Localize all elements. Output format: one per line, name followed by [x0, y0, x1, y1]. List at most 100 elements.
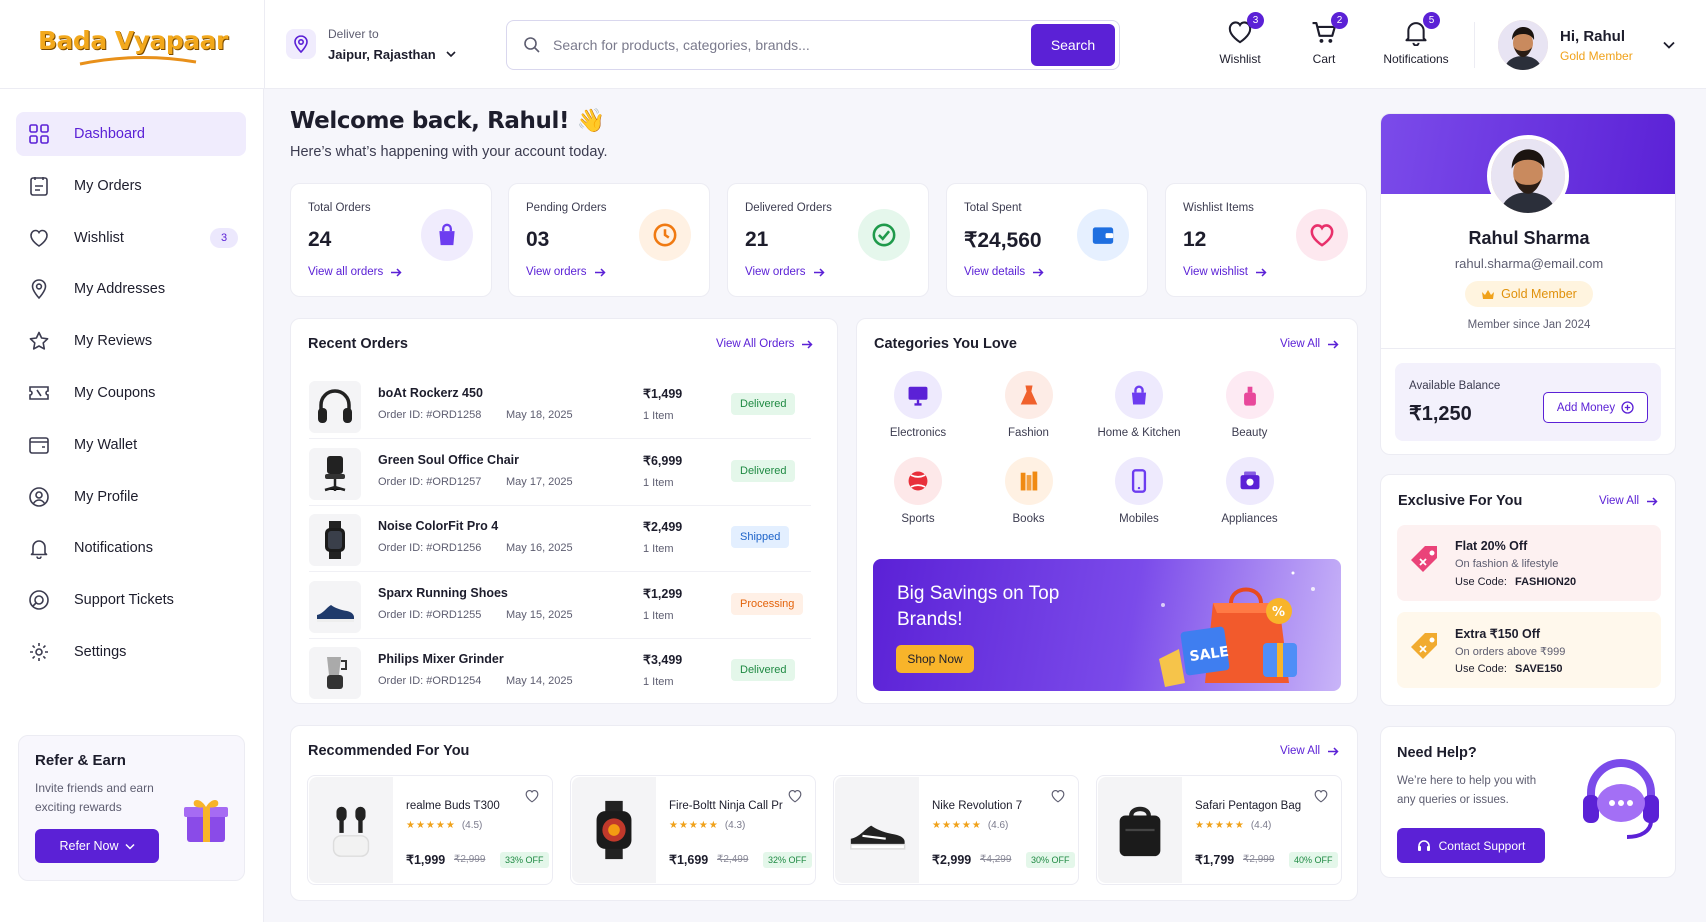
location-pin-icon [31, 279, 47, 300]
order-row[interactable]: Sparx Running Shoes Order ID: #ORD1255 M… [309, 573, 811, 639]
category-home-kitchen[interactable]: Home & Kitchen [1084, 371, 1194, 439]
promo-banner[interactable]: Big Savings on Top Brands! Shop Now SALE… [873, 559, 1341, 691]
sidebar-item-my-coupons[interactable]: My Coupons [16, 371, 246, 415]
arrow-right-icon [1328, 339, 1339, 349]
category-electronics[interactable]: Electronics [863, 371, 973, 439]
category-label: Appliances [1221, 513, 1278, 525]
sidebar-item-label: Dashboard [74, 126, 145, 142]
product-card[interactable]: Nike Revolution 7 ★★★★★ (4.6) ₹2,999 ₹4,2… [833, 775, 1079, 885]
order-id: Order ID: #ORD1257 [378, 475, 482, 488]
tag-icon [1411, 633, 1437, 659]
arrow-right-icon [1328, 746, 1339, 756]
recent-orders-title: Recent Orders [308, 336, 408, 352]
view-all-orders-link[interactable]: View All Orders [716, 338, 813, 350]
heart-icon[interactable] [1313, 788, 1329, 804]
stat-link[interactable]: View orders [526, 266, 606, 278]
category-label: Mobiles [1119, 513, 1159, 525]
search-button[interactable]: Search [1031, 24, 1115, 66]
bell-icon [30, 540, 48, 560]
user-menu[interactable]: Hi, Rahul Gold Member [1498, 20, 1675, 70]
support-headset-icon [1583, 759, 1659, 839]
search-input[interactable] [553, 37, 1031, 53]
sidebar-item-my-profile[interactable]: My Profile [16, 475, 246, 519]
deliver-to-selector[interactable]: Deliver to Jaipur, Rajasthan [286, 22, 456, 66]
appliance-icon [1225, 457, 1274, 505]
count-badge: 5 [1423, 12, 1440, 29]
order-row[interactable]: Philips Mixer Grinder Order ID: #ORD1254… [309, 639, 811, 705]
heart-icon[interactable] [524, 788, 540, 804]
plus-circle-icon [1621, 401, 1634, 414]
product-card[interactable]: Safari Pentagon Bag ★★★★★ (4.4) ₹1,799 ₹2… [1096, 775, 1342, 885]
sidebar-item-notifications[interactable]: Notifications [16, 526, 246, 570]
sidebar-item-my-orders[interactable]: My Orders [16, 164, 246, 208]
sidebar-item-support-tickets[interactable]: Support Tickets [16, 578, 246, 622]
recommended-title: Recommended For You [308, 743, 470, 759]
check-circle-icon [858, 209, 910, 261]
order-row[interactable]: Noise ColorFit Pro 4 Order ID: #ORD1256 … [309, 506, 811, 572]
order-row[interactable]: Green Soul Office Chair Order ID: #ORD12… [309, 440, 811, 506]
heart-icon [30, 229, 48, 247]
category-books[interactable]: Books [974, 457, 1084, 525]
category-beauty[interactable]: Beauty [1195, 371, 1305, 439]
brand-logo[interactable]: Bada Vyapaar [38, 16, 228, 72]
header-divider [1474, 22, 1475, 68]
product-name: Nike Revolution 7 [932, 800, 1023, 812]
product-card[interactable]: realme Buds T300 ★★★★★ (4.5) ₹1,999 ₹2,99… [307, 775, 553, 885]
coupon-icon [29, 386, 49, 400]
order-row[interactable]: boAt Rockerz 450 Order ID: #ORD1258 May … [309, 373, 811, 439]
categories-view-all-link[interactable]: View All [1280, 338, 1339, 350]
rating-stars: ★★★★★ (4.4) [1195, 820, 1272, 831]
user-tier: Gold Member [1560, 48, 1633, 63]
heart-icon[interactable] [787, 788, 803, 804]
header-wishlist-button[interactable]: 3 Wishlist [1200, 12, 1280, 66]
stat-link[interactable]: View details [964, 266, 1044, 278]
headset-icon [1417, 839, 1430, 851]
exclusive-view-all-link[interactable]: View All [1599, 495, 1658, 507]
order-product-name: Noise ColorFit Pro 4 [378, 519, 499, 533]
sidebar-item-wishlist[interactable]: Wishlist 3 [16, 216, 246, 260]
offer-code: Use Code: FASHION20 [1455, 576, 1576, 588]
sidebar-item-dashboard[interactable]: Dashboard [16, 112, 246, 156]
logo-text: Bada Vyapaar [38, 26, 228, 55]
recommended-view-all-link[interactable]: View All [1280, 745, 1339, 757]
stat-link[interactable]: View wishlist [1183, 266, 1267, 278]
offer-title: Extra ₹150 Off [1455, 627, 1541, 641]
add-money-button[interactable]: Add Money [1543, 392, 1648, 423]
sidebar-item-settings[interactable]: Settings [16, 630, 246, 674]
headphones-icon [309, 381, 361, 433]
order-price: ₹1,299 [643, 586, 683, 601]
stat-link[interactable]: View orders [745, 266, 825, 278]
shop-now-button[interactable]: Shop Now [896, 645, 974, 673]
chevron-down-icon [124, 843, 135, 850]
refer-now-label: Refer Now [59, 839, 119, 853]
offer-card[interactable]: Flat 20% Off On fashion & lifestyle Use … [1397, 525, 1661, 601]
stat-link[interactable]: View all orders [308, 266, 402, 278]
product-card[interactable]: Fire-Boltt Ninja Call Pr ★★★★★ (4.3) ₹1,6… [570, 775, 816, 885]
count-badge: 2 [1331, 12, 1348, 29]
order-date: May 15, 2025 [506, 608, 573, 621]
stat-label: Wishlist Items [1183, 202, 1254, 214]
top-header: Bada Vyapaar Deliver to Jaipur, Rajastha… [0, 0, 1706, 89]
category-sports[interactable]: Sports [863, 457, 973, 525]
sidebar-item-label: Notifications [74, 540, 153, 557]
header-cart-button[interactable]: 2 Cart [1284, 12, 1364, 66]
offer-description: On fashion & lifestyle [1455, 558, 1559, 570]
header-notifications-button[interactable]: 5 Notifications [1376, 12, 1456, 66]
category-appliances[interactable]: Appliances [1195, 457, 1305, 525]
mixer-icon [309, 647, 361, 699]
sidebar-item-my-addresses[interactable]: My Addresses [16, 267, 246, 311]
category-fashion[interactable]: Fashion [974, 371, 1084, 439]
category-mobiles[interactable]: Mobiles [1084, 457, 1194, 525]
offer-card[interactable]: Extra ₹150 Off On orders above ₹999 Use … [1397, 612, 1661, 688]
order-quantity: 1 Item [643, 410, 674, 422]
order-id: Order ID: #ORD1258 [378, 409, 482, 421]
sidebar-item-my-wallet[interactable]: My Wallet [16, 423, 246, 467]
balance-label: Available Balance [1409, 380, 1501, 392]
heart-icon[interactable] [1050, 788, 1066, 804]
member-since: Member since Jan 2024 [1467, 319, 1591, 331]
contact-support-button[interactable]: Contact Support [1397, 828, 1545, 863]
watch-icon [309, 514, 361, 566]
stat-link-label: View details [964, 266, 1026, 278]
sidebar-item-my-reviews[interactable]: My Reviews [16, 319, 246, 363]
refer-now-button[interactable]: Refer Now [35, 829, 159, 863]
